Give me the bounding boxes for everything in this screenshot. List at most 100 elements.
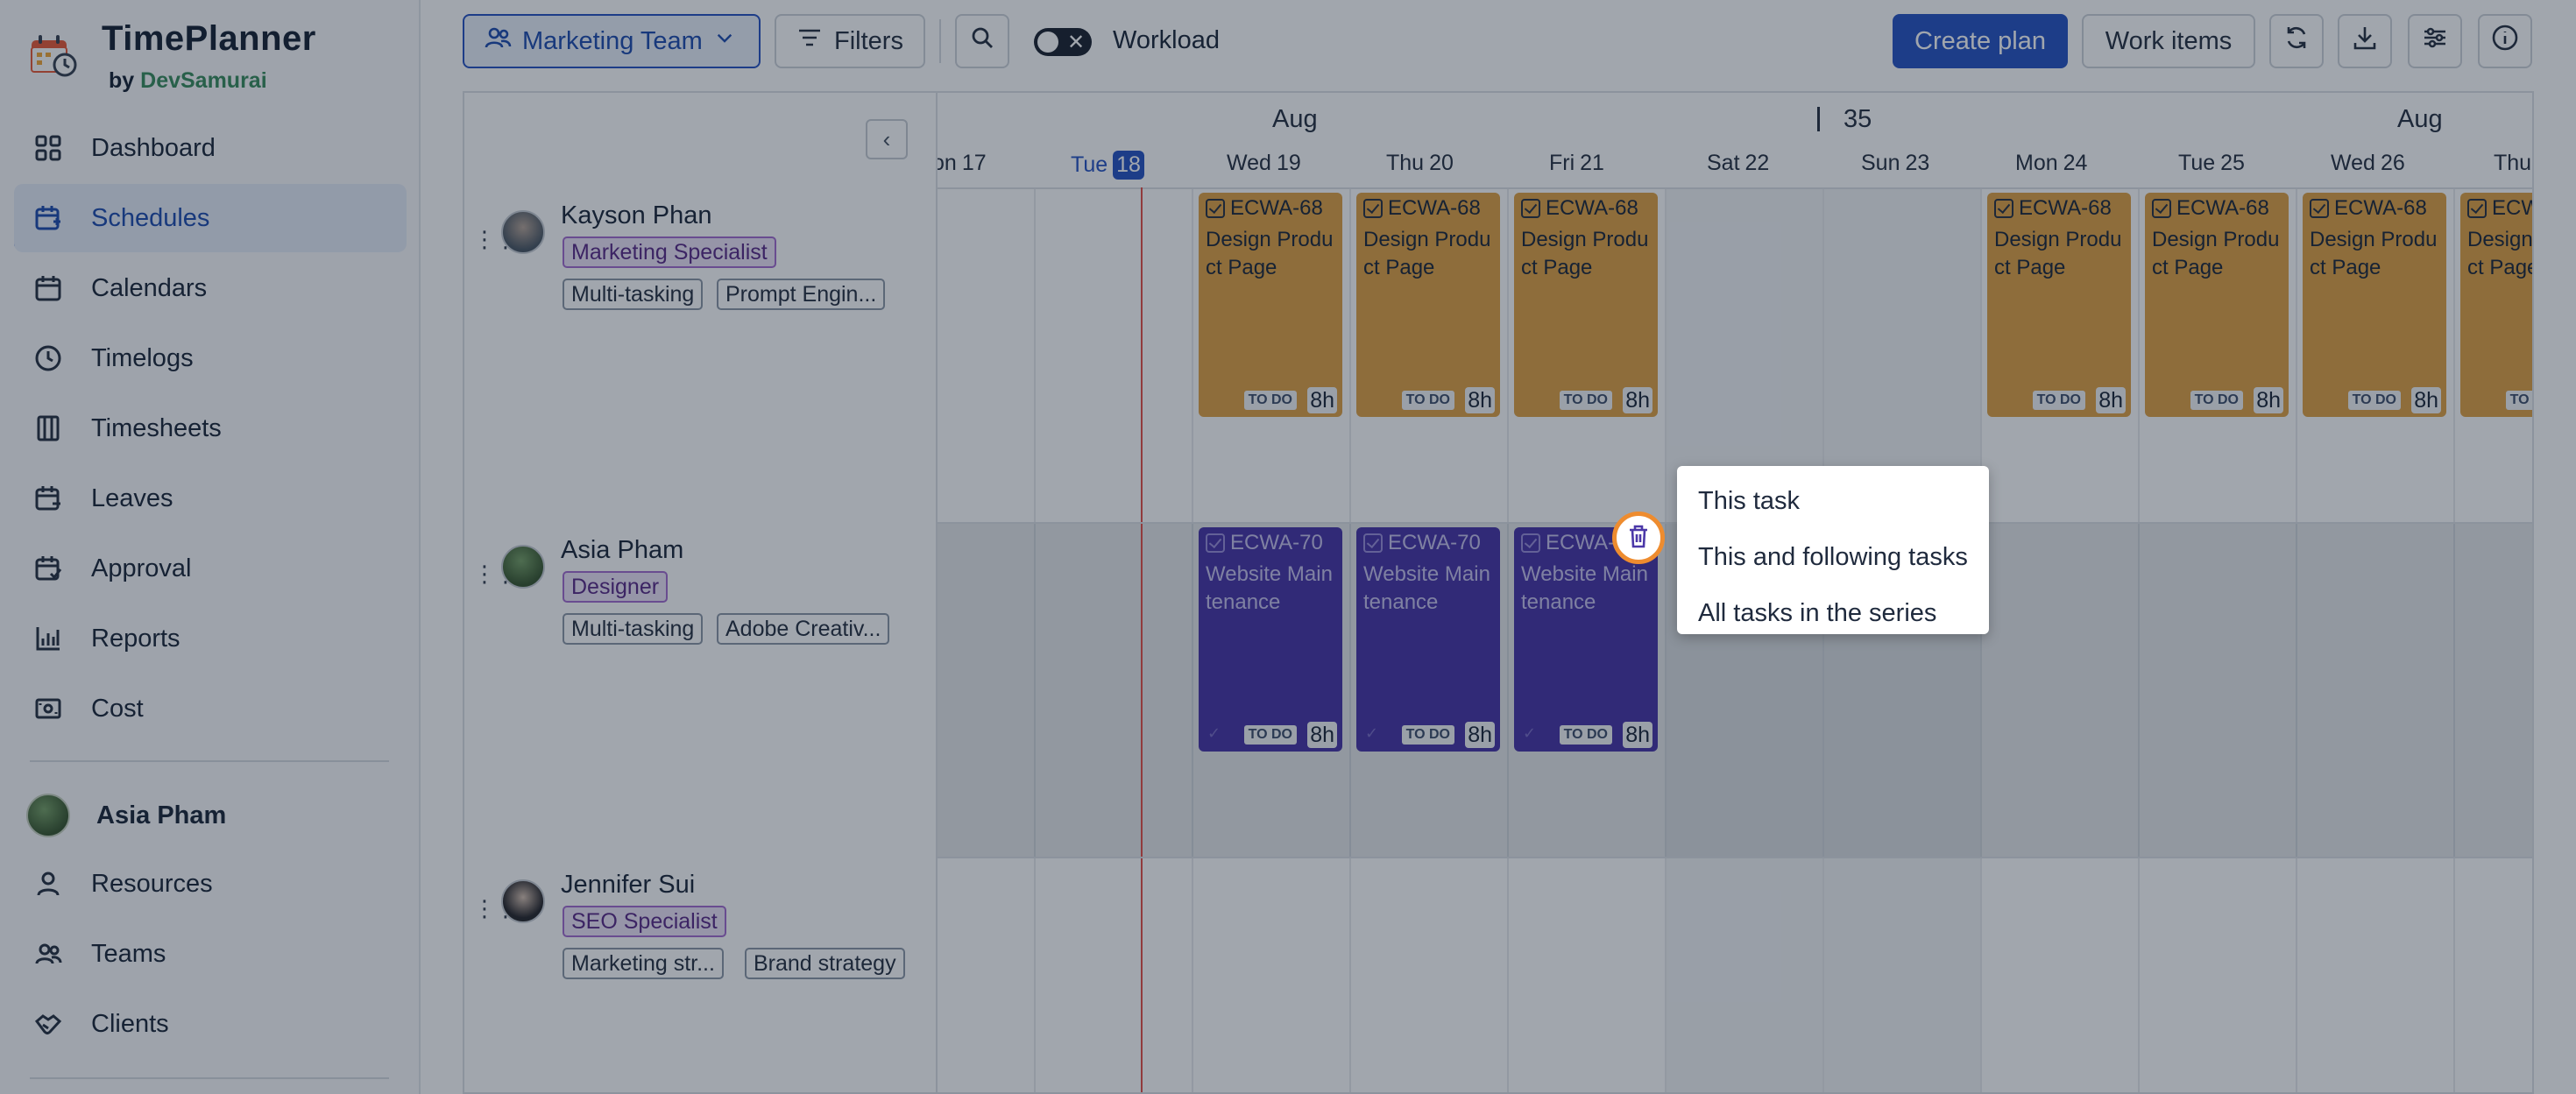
menu-item-this-and-following[interactable]: This and following tasks <box>1677 529 1989 585</box>
sidebar-item-approval[interactable]: Approval <box>14 534 407 603</box>
sidebar-item-calendars[interactable]: Calendars <box>14 254 407 322</box>
task-status: TO DO <box>1559 725 1612 745</box>
app-by: by <box>109 68 135 93</box>
month-label: Aug <box>1272 105 1318 133</box>
resource-name[interactable]: Asia Pham <box>561 536 683 565</box>
sidebar-item-label: Schedules <box>91 203 210 232</box>
search-icon <box>968 24 996 59</box>
today-marker <box>1141 187 1143 1092</box>
skill-tag: Marketing str... <box>563 948 724 979</box>
work-items-button[interactable]: Work items <box>2082 14 2255 68</box>
sidebar-item-timelogs[interactable]: Timelogs <box>14 324 407 392</box>
team-select[interactable]: Marketing Team <box>463 14 761 68</box>
task-card[interactable]: ECWA-68 Design Product Page TO DO 8h <box>2145 193 2289 417</box>
skill-tag: Multi-tasking <box>563 613 704 645</box>
day-number: 22 <box>1744 151 1770 175</box>
timeplanner-logo-icon <box>31 35 77 77</box>
task-title: Design Product Page <box>2310 228 2438 279</box>
day-header: Tue 25 <box>2178 151 2245 176</box>
filters-button[interactable]: Filters <box>775 14 925 68</box>
toolbar-separator <box>939 19 941 63</box>
check-mark-icon: ✓ <box>1365 724 1379 742</box>
task-key-text: ECWA-68 <box>2492 196 2532 220</box>
task-title: Website Maintenance <box>1363 562 1490 614</box>
task-key-text: ECWA-68 <box>1546 196 1638 220</box>
handshake-icon <box>32 1007 65 1041</box>
task-card[interactable]: ECWA-68 Design Product Page TO DO 8h <box>1356 193 1500 417</box>
sidebar-item-timesheets[interactable]: Timesheets <box>14 394 407 462</box>
menu-item-this-task[interactable]: This task <box>1677 473 1989 529</box>
info-button[interactable] <box>2478 14 2532 68</box>
sidebar-item-schedules[interactable]: Schedules <box>14 184 407 252</box>
task-status: TO DO <box>1243 725 1297 745</box>
day-number: 17 <box>961 151 987 175</box>
refresh-icon <box>2282 24 2311 59</box>
close-icon: ✕ <box>1067 31 1086 54</box>
sidebar-divider <box>30 760 389 762</box>
task-card[interactable]: ECWA-68 Design Product Page TO DO 8h <box>1514 193 1658 417</box>
app-title: TimePlanner <box>102 19 316 58</box>
bar-chart-icon <box>32 622 65 655</box>
task-status: TO DO <box>2347 391 2401 410</box>
task-hours: 8h <box>2411 387 2441 413</box>
checkbox-icon <box>1521 199 1540 218</box>
menu-item-all-in-series[interactable]: All tasks in the series <box>1677 585 1989 641</box>
sidebar-item-dashboard[interactable]: Dashboard <box>14 114 407 182</box>
chevron-left-icon: ‹ <box>882 125 891 152</box>
resource-name[interactable]: Kayson Phan <box>561 201 712 230</box>
brand-link[interactable]: DevSamurai <box>140 68 267 93</box>
task-title: Design Product Page <box>1994 228 2122 279</box>
task-card[interactable]: ECWA-68 Design Product Page TO DO 8h <box>1987 193 2131 417</box>
download-button[interactable] <box>2338 14 2392 68</box>
app-subtitle: by DevSamurai <box>109 68 267 94</box>
task-card[interactable]: ECWA-68 Design Product Page TO DO 8h <box>1199 193 1342 417</box>
check-mark-icon: ✓ <box>1523 724 1537 742</box>
skill-tag: Multi-tasking <box>563 279 704 310</box>
task-card[interactable]: ECWA-70 Website Maintenance ✓ TO DO 8h <box>1199 527 1342 752</box>
info-icon <box>2491 24 2519 59</box>
task-title: Design Product Page <box>2467 228 2534 279</box>
task-card[interactable]: ECWA-68 Design Product Page TO DO 8h <box>2303 193 2446 417</box>
sidebar-item-cost[interactable]: Cost <box>14 674 407 743</box>
task-status: TO DO <box>2505 391 2532 410</box>
day-header: Sun 23 <box>1861 151 1929 176</box>
day-name: Sat <box>1707 151 1740 175</box>
create-plan-button[interactable]: Create plan <box>1893 14 2068 68</box>
task-key-text: ECWA-68 <box>1230 196 1323 220</box>
delete-task-button[interactable] <box>1612 512 1665 564</box>
sidebar-item-clients[interactable]: Clients <box>14 990 407 1058</box>
month-label: Aug <box>2397 105 2443 133</box>
people-icon <box>484 24 512 59</box>
workload-toggle[interactable]: ✕ <box>1034 28 1092 56</box>
avatar <box>501 545 545 589</box>
task-card[interactable]: ECWA-68 Design Product Page TO DO 8h <box>2460 193 2534 417</box>
columns-icon <box>32 412 65 445</box>
resource-name[interactable]: Jennifer Sui <box>561 871 695 900</box>
schedule-grid: Aug 35 Aug on 17 Tue 18 Wed 19 Thu 20 Fri 21 … <box>463 91 2534 1094</box>
sidebar-item-teams[interactable]: Teams <box>14 920 407 988</box>
sidebar-item-reports[interactable]: Reports <box>14 604 407 673</box>
current-user[interactable]: Asia Pham <box>26 788 226 843</box>
avatar <box>501 879 545 923</box>
day-number: 21 <box>1580 151 1604 175</box>
task-hours: 8h <box>2254 387 2283 413</box>
refresh-button[interactable] <box>2269 14 2324 68</box>
filters-label: Filters <box>834 26 903 55</box>
collapse-sidebar-button[interactable]: ‹ <box>866 119 908 159</box>
day-name: Sun <box>1861 151 1900 175</box>
settings-button[interactable] <box>2408 14 2462 68</box>
task-card[interactable]: ECWA-70 Website Maintenance ✓ TO DO 8h <box>1356 527 1500 752</box>
task-key-text: ECWA-68 <box>2176 196 2269 220</box>
search-button[interactable] <box>955 14 1009 68</box>
task-status: TO DO <box>1401 391 1454 410</box>
day-number: 20 <box>1429 151 1454 175</box>
day-header: Wed 19 <box>1227 151 1301 176</box>
day-name: Fri <box>1549 151 1575 175</box>
check-mark-icon: ✓ <box>1207 724 1221 742</box>
role-badge: Designer <box>563 571 669 603</box>
task-key: ECWA-68 <box>1363 196 1481 221</box>
sidebar-item-resources[interactable]: Resources <box>14 850 407 918</box>
sidebar-item-leaves[interactable]: Leaves <box>14 464 407 533</box>
checkbox-icon <box>1994 199 2013 218</box>
sidebar-item-label: Teams <box>91 939 166 968</box>
